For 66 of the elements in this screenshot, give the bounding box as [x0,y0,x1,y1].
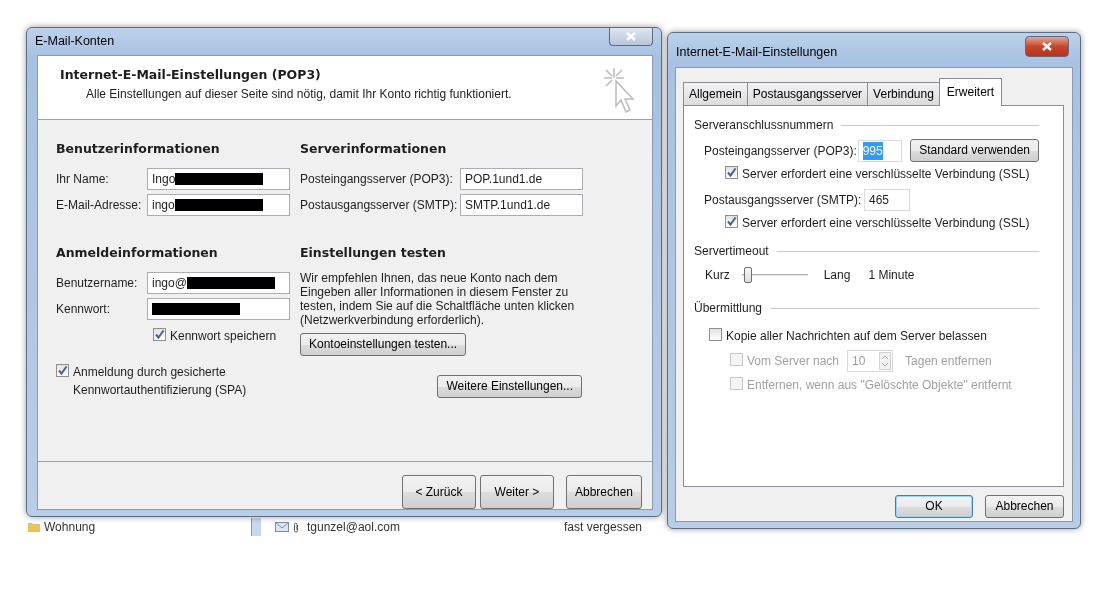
input-field[interactable] [147,297,290,320]
group-label: Serveranschlussnummern [694,117,834,134]
section-heading: Anmeldeinformationen [56,243,219,262]
input-field[interactable]: SMTP.1und1.de [460,193,583,216]
input-field[interactable]: ingo [147,193,290,216]
input-field[interactable]: Ingo [147,167,290,190]
mail-sender[interactable]: tgunzel@aol.com [307,518,400,536]
close-icon [1042,42,1052,51]
checkbox[interactable]: Server erfordert eine verschlüsselte Verbindung (SSL) [725,165,1039,183]
field-suffix: Tagen entfernen [905,353,992,370]
dialog-button[interactable]: OK [895,495,973,518]
folder-name[interactable]: Wohnung [44,518,96,536]
wizard-button[interactable]: Weiter > [479,475,554,509]
field-label: Ihr Name: [56,170,110,188]
section-heading: Serverinformationen [300,140,448,158]
group-label: Übermittlung [694,300,763,317]
slider-thumb[interactable] [744,267,753,283]
checkbox[interactable]: Server erfordert eine verschlüsselte Verbindung (SSL) [725,214,1039,232]
description-text: Wir empfehlen Ihnen, das neue Konto nach dem Eingeben aller Informationen in diesem Fenster zu testen, indem Sie auf die Schaltfläche unten klicken (Netzwerkverbindung erforderlich). [300,270,576,327]
envelope-icon [275,522,289,532]
close-button[interactable] [609,28,653,46]
mail-subject[interactable]: fast vergessen [563,518,642,536]
dialog-heading: Internet-E-Mail-Einstellungen (POP3) [60,66,322,84]
tab[interactable]: Allgemein [683,82,748,105]
default-port-button[interactable]: Standard verwenden [910,139,1039,162]
slider-value: 1 Minute [868,267,915,284]
checkmark-icon [726,216,737,227]
field-value: 995 [862,141,883,160]
field-label: Postausgangsserver (SMTP): [704,192,863,209]
tab[interactable]: Erweitert [938,78,1003,106]
dialog-button[interactable]: Abbrechen [985,495,1064,518]
folder-icon [28,522,40,532]
field-label: Kennwort: [56,300,112,318]
tab[interactable]: Postausgangsserver [746,82,869,105]
input-field[interactable]: ingo@ [147,271,290,294]
slider-max-label: Lang [823,267,851,284]
group-label: Servertimeout [694,243,769,260]
close-icon [626,32,636,41]
field-value: 465 [869,192,890,209]
checkbox[interactable]: Kennwort speichern [153,326,300,345]
wizard-button[interactable]: < Zurück [401,475,476,509]
input-field[interactable]: 465 [864,189,910,211]
checkbox[interactable]: Kopie aller Nachrichten auf dem Server belassen [709,327,1039,345]
wizard-button[interactable]: Abbrechen [565,475,642,509]
paperclip-icon [293,521,299,533]
field-label: Posteingangsserver (POP3): [704,142,858,160]
tab[interactable]: Verbindung [867,82,940,105]
checkmark-icon [57,364,68,376]
checkmark-icon [726,167,737,178]
slider[interactable] [741,266,808,284]
section-heading: Einstellungen testen [300,243,447,262]
field-label: E-Mail-Adresse: [56,196,143,214]
slider-min-label: Kurz [705,267,730,284]
field-label: Benutzername: [56,274,139,292]
dialog-subtitle: Alle Einstellungen auf dieser Seite sind nötig, damit Ihr Konto richtig funktioniert. [85,85,512,103]
window-title: Internet-E-Mail-Einstellungen [675,44,839,61]
checkmark-icon [154,328,165,340]
window-title: E-Mail-Konten [34,33,116,50]
input-field[interactable]: POP.1und1.de [460,167,583,190]
test-settings-button[interactable]: Kontoeinstellungen testen... [300,332,467,356]
field-label: Posteingangsserver (POP3): [300,170,454,188]
checkbox[interactable]: Anmeldung durch gesicherte Kennwortauthentifizierung (SPA) [56,362,300,399]
close-button[interactable] [1025,36,1069,57]
more-settings-button[interactable]: Weitere Einstellungen... [437,374,582,398]
field-label: Postausgangsserver (SMTP): [300,196,459,214]
section-heading: Benutzerinformationen [56,140,221,158]
